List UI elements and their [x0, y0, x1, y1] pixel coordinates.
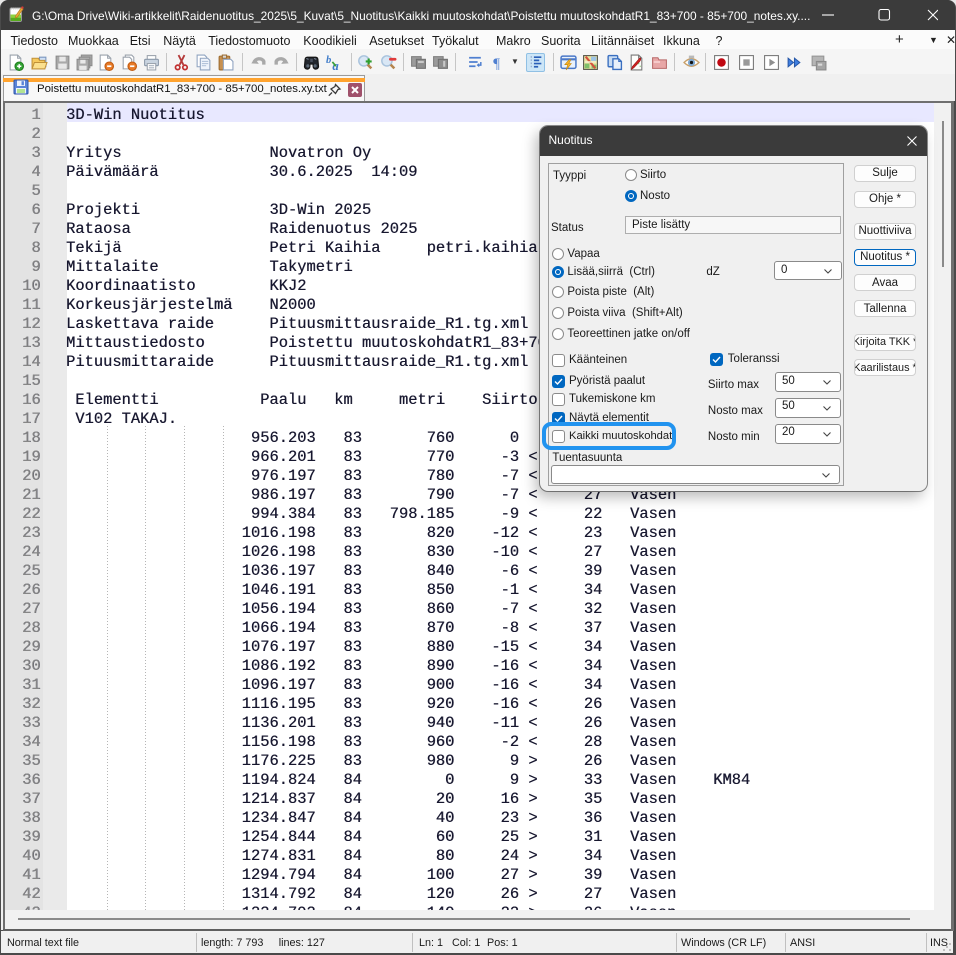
svg-text:b: b: [326, 55, 331, 66]
svg-text:¶: ¶: [493, 55, 500, 70]
